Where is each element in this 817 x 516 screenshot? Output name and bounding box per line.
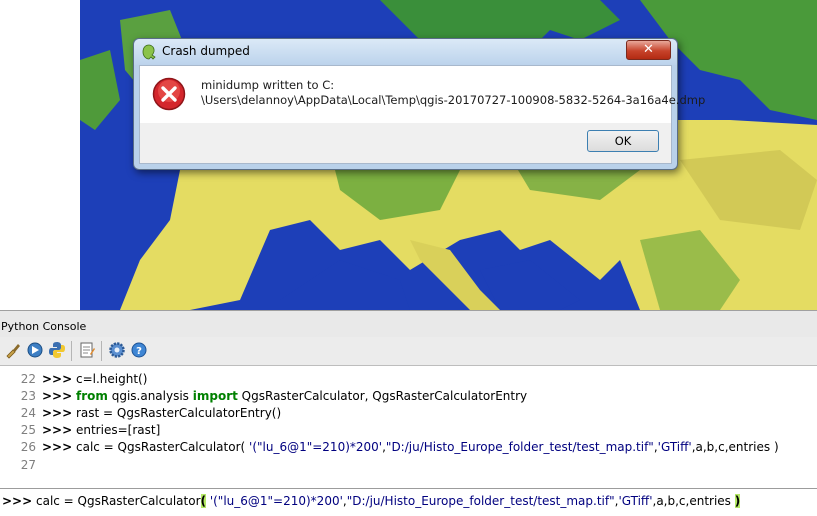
line-number: 23 <box>20 389 36 403</box>
svg-text:?: ? <box>136 346 142 357</box>
line-code: >>> from qgis.analysis import QgsRasterC… <box>42 389 528 403</box>
qgis-app-icon <box>142 44 156 60</box>
close-button[interactable]: ✕ <box>626 40 671 60</box>
python-console-header: Python Console <box>0 310 817 338</box>
message-line-2: \Users\delannoy\AppData\Local\Temp\qgis-… <box>201 93 706 107</box>
line-number: 24 <box>20 406 36 420</box>
console-toolbar: ? <box>0 337 817 366</box>
toolbar-separator <box>71 341 72 361</box>
line-number: 22 <box>20 372 36 386</box>
toolbar-separator <box>101 341 102 361</box>
ok-button[interactable]: OK <box>587 130 659 152</box>
dialog-titlebar[interactable]: Crash dumped ✕ <box>134 39 677 65</box>
line-number: 27 <box>20 458 36 472</box>
error-icon <box>152 77 186 111</box>
dialog-footer: OK <box>139 123 672 164</box>
line-code: >>> c=l.height() <box>42 372 148 386</box>
console-title: Python Console <box>1 320 87 333</box>
help-icon[interactable]: ? <box>130 341 148 359</box>
console-input[interactable]: >>> calc = QgsRasterCalculator( '("lu_6@… <box>0 488 817 516</box>
input-code[interactable]: >>> calc = QgsRasterCalculator( '("lu_6@… <box>2 494 741 508</box>
layers-panel <box>0 0 80 310</box>
dialog-body: minidump written to C: \Users\delannoy\A… <box>139 65 705 124</box>
message-line-1: minidump written to C: <box>201 78 335 92</box>
console-history[interactable]: 22 >>> c=l.height() 23 >>> from qgis.ana… <box>0 366 817 488</box>
show-editor-icon[interactable] <box>78 341 96 359</box>
close-paren-highlight: ) <box>734 494 741 508</box>
line-number: 25 <box>20 423 36 437</box>
line-code: >>> calc = QgsRasterCalculator( '("lu_6@… <box>42 440 779 454</box>
line-code: >>> entries=[rast] <box>42 423 161 437</box>
dialog-title: Crash dumped <box>162 44 250 58</box>
run-command-icon[interactable] <box>26 341 44 359</box>
settings-icon[interactable] <box>108 341 126 359</box>
clear-console-icon[interactable] <box>4 341 22 359</box>
python-icon[interactable] <box>48 341 66 359</box>
line-number: 26 <box>20 440 36 454</box>
crash-dialog: Crash dumped ✕ minidump written to C: \U… <box>133 38 705 170</box>
dialog-message: minidump written to C: \Users\delannoy\A… <box>201 78 705 108</box>
line-code: >>> rast = QgsRasterCalculatorEntry() <box>42 406 282 420</box>
